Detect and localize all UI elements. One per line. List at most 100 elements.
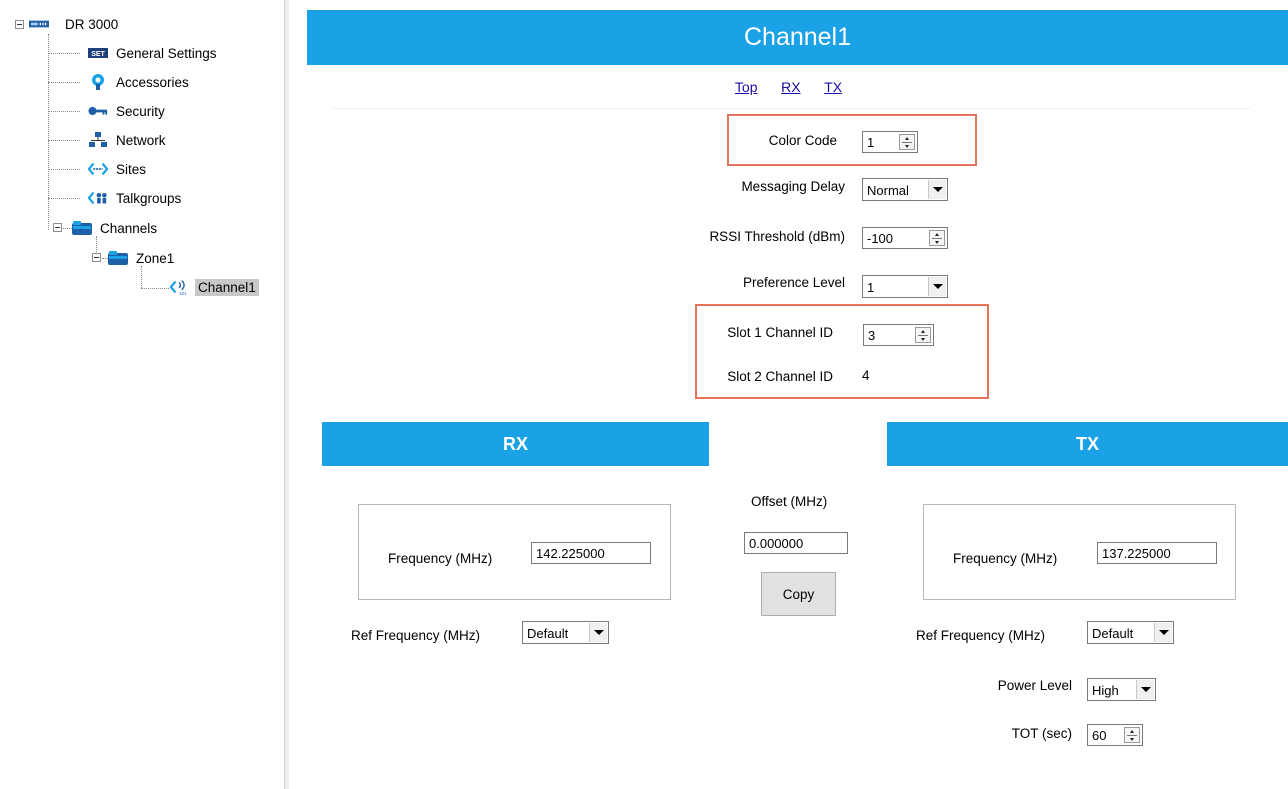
tree-node-label: Channels (100, 220, 158, 236)
page-title: Channel1 (307, 10, 1288, 65)
highlight-box (727, 114, 977, 166)
rx-frequency-label: Frequency (MHz) (388, 551, 493, 566)
spinner-arrows-icon[interactable] (929, 230, 945, 246)
power-level-label: Power Level (997, 678, 1072, 693)
channel-editor: Channel1 Top RX TX Color Code 1 Messagin… (289, 0, 1288, 789)
slot2-channel-id-label: Slot 2 Channel ID (727, 369, 833, 384)
chevron-down-icon[interactable] (589, 623, 607, 642)
tree-node-dr3000[interactable]: DR 3000 (29, 13, 121, 35)
copy-button[interactable]: Copy (761, 572, 836, 616)
rssi-threshold-spinner[interactable]: -100 (862, 227, 948, 249)
tree-node-general-settings[interactable]: SET General Settings (88, 42, 220, 64)
tree-node-zone1[interactable]: Zone1 (108, 247, 177, 269)
tree-node-accessories[interactable]: Accessories (88, 71, 192, 93)
chevron-down-icon[interactable] (928, 277, 946, 296)
select-value: Default (1092, 626, 1134, 641)
tot-spinner[interactable]: 60 (1087, 724, 1143, 746)
chevron-down-icon[interactable] (928, 180, 946, 199)
select-value: 1 (867, 280, 875, 295)
tree-node-talkgroups[interactable]: Talkgroups (88, 187, 184, 209)
slot2-channel-id-value: 4 (862, 368, 870, 383)
rx-frequency-input[interactable] (531, 542, 651, 564)
tree-connector (141, 266, 142, 288)
sites-icon (88, 161, 108, 177)
spinner-arrows-icon[interactable] (899, 134, 915, 150)
divider (331, 108, 1251, 109)
tree-node-sites[interactable]: Sites (88, 158, 149, 180)
slot1-channel-id-label: Slot 1 Channel ID (727, 325, 833, 340)
folder-icon (108, 250, 128, 266)
spinner-value: 60 (1092, 728, 1107, 743)
tx-frequency-input[interactable] (1097, 542, 1217, 564)
collapse-toggle[interactable] (92, 253, 101, 262)
network-icon (88, 132, 108, 148)
messaging-delay-select[interactable]: Normal (862, 178, 948, 201)
tree-node-label: Talkgroups (116, 190, 182, 206)
select-value: Default (527, 626, 569, 641)
offset-label: Offset (MHz) (751, 494, 828, 509)
offset-input[interactable] (744, 532, 848, 554)
rx-ref-frequency-select[interactable]: Default (522, 621, 609, 644)
tx-frequency-label: Frequency (MHz) (953, 551, 1058, 566)
key-icon (88, 103, 108, 119)
collapse-toggle[interactable] (15, 20, 24, 29)
tree-node-label: Accessories (116, 74, 189, 90)
tree-node-security[interactable]: Security (88, 100, 168, 122)
tree-node-channels[interactable]: Channels (72, 217, 160, 239)
rssi-threshold-label: RSSI Threshold (dBm) (709, 229, 845, 244)
device-tree: DR 3000 SET General Settings Accessories… (0, 0, 284, 789)
tx-ref-frequency-select[interactable]: Default (1087, 621, 1174, 644)
tree-node-label: Channel1 (195, 278, 259, 296)
tree-node-label: Sites (116, 161, 147, 177)
spinner-value: 1 (867, 135, 875, 150)
tx-ref-frequency-label: Ref Frequency (MHz) (916, 628, 1046, 643)
tree-connector (48, 82, 80, 83)
talkgroups-icon (88, 190, 108, 206)
nav-link-top[interactable]: Top (735, 79, 758, 95)
channel-icon: 101 (170, 279, 190, 296)
select-value: Normal (867, 183, 909, 198)
tree-node-label: General Settings (116, 45, 217, 61)
nav-link-tx[interactable]: TX (824, 79, 842, 95)
device-icon (29, 16, 49, 32)
spinner-value: -100 (867, 231, 894, 246)
highlight-box (695, 304, 989, 399)
tree-connector (48, 111, 80, 112)
section-nav: Top RX TX (289, 79, 1288, 95)
tree-connector (141, 288, 169, 289)
color-code-spinner[interactable]: 1 (862, 131, 918, 153)
chevron-down-icon[interactable] (1136, 680, 1154, 699)
preference-level-select[interactable]: 1 (862, 275, 948, 298)
rx-ref-frequency-label: Ref Frequency (MHz) (351, 628, 481, 643)
tree-connector (48, 34, 49, 230)
color-code-label: Color Code (768, 133, 837, 148)
tree-node-network[interactable]: Network (88, 129, 169, 151)
messaging-delay-label: Messaging Delay (741, 179, 845, 194)
tx-section-header: TX (887, 422, 1288, 466)
tot-label: TOT (sec) (1011, 726, 1072, 741)
nav-link-rx[interactable]: RX (781, 79, 800, 95)
select-value: High (1092, 683, 1119, 698)
tree-connector (48, 169, 80, 170)
svg-text:SET: SET (91, 51, 105, 58)
tree-node-label: Security (116, 103, 165, 119)
collapse-toggle[interactable] (53, 223, 62, 232)
tree-connector (48, 140, 80, 141)
tree-connector (48, 53, 80, 54)
tree-node-label: DR 3000 (65, 16, 119, 32)
folder-icon (72, 220, 92, 236)
chevron-down-icon[interactable] (1154, 623, 1172, 642)
slot1-channel-id-spinner[interactable]: 3 (863, 324, 934, 346)
preference-level-label: Preference Level (742, 275, 845, 290)
power-level-select[interactable]: High (1087, 678, 1156, 701)
tree-node-label: Network (116, 132, 166, 148)
tree-connector (48, 198, 80, 199)
svg-text:101: 101 (179, 291, 187, 296)
tree-node-channel1[interactable]: 101 Channel1 (170, 276, 259, 298)
spinner-arrows-icon[interactable] (1124, 727, 1140, 743)
tree-node-label: Zone1 (136, 250, 175, 266)
spinner-value: 3 (868, 328, 876, 343)
settings-icon: SET (88, 45, 108, 61)
accessories-icon (88, 74, 108, 90)
spinner-arrows-icon[interactable] (915, 327, 931, 343)
